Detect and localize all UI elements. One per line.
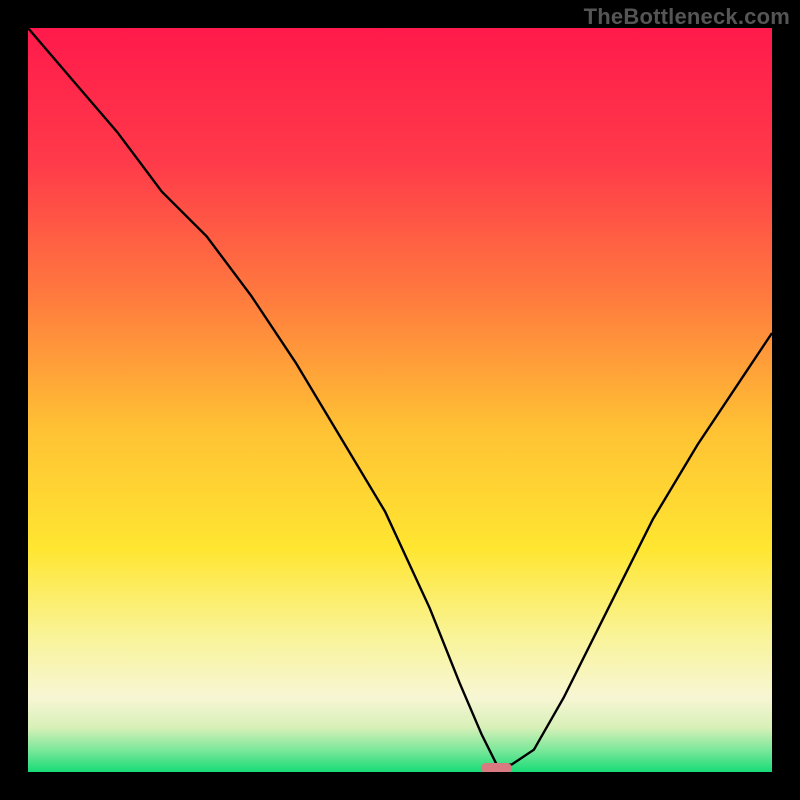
chart-frame: TheBottleneck.com — [0, 0, 800, 800]
bottleneck-curve — [28, 28, 772, 772]
plot-area — [28, 28, 772, 772]
watermark-text: TheBottleneck.com — [584, 4, 790, 30]
curve-path — [28, 28, 772, 765]
optimal-marker — [481, 763, 512, 772]
